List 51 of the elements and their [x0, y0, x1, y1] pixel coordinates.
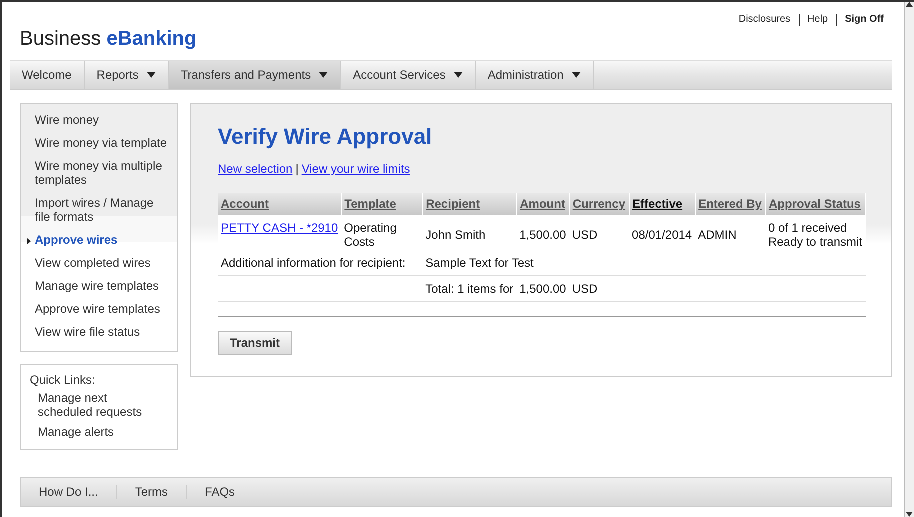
sidebar-item[interactable]: Approve wire templates	[35, 299, 160, 319]
sidebar-item[interactable]: View wire file status	[35, 322, 140, 342]
column-header[interactable]: Account	[218, 193, 342, 215]
quick-link[interactable]: Manage next scheduled requests	[38, 391, 163, 419]
table-cell: USD	[572, 228, 598, 242]
footer-link[interactable]: Terms	[116, 485, 186, 499]
sidebar-item[interactable]: Import wires / Manage file formats	[35, 193, 169, 227]
table-cell: Ready to transmit	[768, 235, 862, 249]
link[interactable]: View your wire limits	[302, 162, 410, 176]
sidebar-item[interactable]: Approve wires	[35, 230, 118, 250]
table-cell: Operating Costs	[344, 221, 397, 249]
quick-links-title: Quick Links:	[30, 373, 96, 387]
table-cell-text: 0 of 1 received	[768, 221, 848, 235]
quick-link[interactable]: Manage alerts	[38, 425, 163, 439]
column-header[interactable]: Entered By	[695, 193, 766, 215]
sidebar-item[interactable]: Wire money via multiple templates	[35, 156, 169, 190]
column-header[interactable]: Currency	[569, 193, 630, 215]
brand-logo: Business eBanking	[20, 28, 197, 51]
table-cell: Total: 1 items for	[426, 282, 514, 296]
utility-link[interactable]: Sign Off	[836, 14, 892, 26]
page-title: Verify Wire Approval	[218, 124, 434, 150]
sidebar-item[interactable]: Manage wire templates	[35, 276, 160, 296]
column-header[interactable]: Effective	[629, 193, 696, 215]
table-cell: Additional information for recipient:	[221, 256, 406, 270]
footer-link[interactable]: How Do I...	[21, 485, 116, 499]
scroll-down-icon	[906, 512, 913, 517]
footer-link[interactable]: FAQs	[186, 485, 254, 499]
sidebar-item[interactable]: Wire money	[35, 110, 100, 130]
nav-tab[interactable]: Administration	[476, 61, 594, 89]
column-header[interactable]: Recipient	[422, 193, 517, 215]
nav-tab[interactable]: Account Services	[341, 61, 476, 89]
sidebar-item[interactable]: View completed wires	[35, 253, 151, 273]
table-cell: Sample Text for Test	[426, 256, 534, 270]
table-cell: USD	[572, 282, 598, 296]
nav-tab[interactable]: Transfers and Payments	[168, 61, 342, 89]
sidebar-item[interactable]: Wire money via template	[35, 133, 168, 153]
column-header[interactable]: Template	[341, 193, 423, 215]
column-header[interactable]: Approval Status	[765, 193, 866, 215]
link[interactable]: New selection	[218, 162, 293, 176]
transmit-button[interactable]: Transmit	[218, 331, 292, 355]
table-cell: ADMIN	[698, 228, 737, 242]
table-cell: John Smith	[426, 228, 486, 242]
utility-link[interactable]: Help	[798, 14, 836, 26]
arrow-icon	[27, 238, 31, 245]
table-cell: 08/01/2014	[632, 228, 692, 242]
table-cell: 1,500.00	[520, 282, 566, 296]
separator: |	[294, 162, 300, 176]
utility-link[interactable]: Disclosures	[730, 14, 799, 26]
column-header[interactable]: Amount	[516, 193, 570, 215]
nav-tab[interactable]: Welcome	[10, 61, 85, 89]
table-cell: 1,500.00	[520, 228, 566, 242]
